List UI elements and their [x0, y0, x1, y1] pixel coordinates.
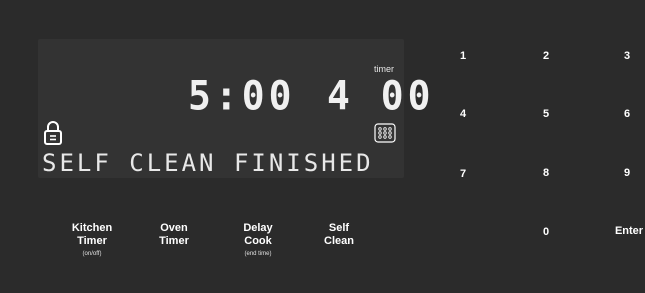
timer-readout: 4 00: [327, 72, 435, 120]
lock-icon: [44, 121, 62, 145]
oven-timer-line1: Oven: [160, 222, 188, 234]
kitchen-timer-line1: Kitchen: [71, 222, 113, 234]
key-2[interactable]: 2: [526, 50, 566, 62]
status-message: SELF CLEAN FINISHED: [42, 149, 374, 177]
key-9[interactable]: 9: [607, 167, 645, 179]
delay-cook-line2: Cook: [244, 235, 272, 247]
enter-button[interactable]: Enter: [607, 225, 645, 237]
self-clean-line2: Clean: [324, 235, 354, 247]
delay-cook-line1: Delay: [243, 222, 273, 234]
self-clean-line1: Self: [328, 222, 350, 234]
delay-cook-button[interactable]: Delay Cook (end time): [218, 222, 298, 257]
oven-timer-line2: Timer: [159, 235, 189, 247]
kitchen-timer-button[interactable]: Kitchen Timer (on/off): [52, 222, 132, 257]
delay-cook-sub: (end time): [244, 251, 272, 257]
key-3[interactable]: 3: [607, 50, 645, 62]
key-8[interactable]: 8: [526, 167, 566, 179]
key-5[interactable]: 5: [526, 108, 566, 120]
kitchen-timer-sub: (on/off): [82, 251, 102, 257]
key-7[interactable]: 7: [443, 168, 483, 180]
self-clean-button[interactable]: Self Clean: [299, 222, 379, 248]
oven-timer-button[interactable]: Oven Timer: [134, 222, 214, 248]
dots-grid-icon: [374, 123, 396, 143]
oven-control-panel: 5:00 timer 4 00 SELF CLEAN FINISHED 1 2 …: [0, 0, 645, 293]
kitchen-timer-line2: Timer: [77, 235, 107, 247]
lcd-display: 5:00 timer 4 00 SELF CLEAN FINISHED: [38, 39, 431, 178]
key-1[interactable]: 1: [443, 50, 483, 62]
key-4[interactable]: 4: [443, 108, 483, 120]
key-0[interactable]: 0: [526, 226, 566, 238]
clock-readout: 5:00: [188, 72, 296, 120]
key-6[interactable]: 6: [607, 108, 645, 120]
